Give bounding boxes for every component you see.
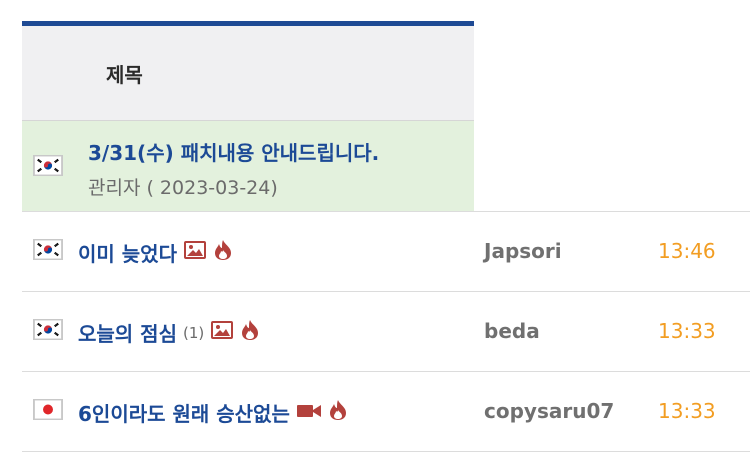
post-author[interactable]: copysaru07 <box>484 399 614 423</box>
post-title-text[interactable]: 6인이라도 원래 승산없는 <box>78 398 290 427</box>
post-board: 제목 3/31(수) 패치내용 안내드립니다. 관리자 ( 2023-03-24… <box>0 0 750 461</box>
notice-title-link[interactable]: 3/31(수) 패치내용 안내드립니다. <box>88 137 379 166</box>
hot-fire-icon <box>328 399 348 426</box>
korea-flag-icon <box>33 155 63 176</box>
image-icon <box>210 320 234 345</box>
post-author[interactable]: Japsori <box>484 239 562 263</box>
image-icon <box>183 240 207 265</box>
post-time: 13:46 <box>658 239 716 263</box>
korea-flag-icon <box>33 239 63 260</box>
post-title-text[interactable]: 이미 늦었다 <box>78 238 177 267</box>
post-row[interactable]: 이미 늦었다 Japsori 13:46 <box>22 211 750 291</box>
post-title-text[interactable]: 오늘의 점심 <box>78 318 177 347</box>
column-header-title: 제목 <box>106 63 143 87</box>
post-time: 13:33 <box>658 399 716 423</box>
post-time: 13:33 <box>658 319 716 343</box>
post-author[interactable]: beda <box>484 319 540 343</box>
hot-fire-icon <box>240 319 260 346</box>
post-title-link[interactable]: 이미 늦었다 <box>78 238 233 267</box>
video-icon <box>296 401 322 425</box>
post-row[interactable]: 6인이라도 원래 승산없는 copysaru07 13:33 <box>22 371 750 452</box>
post-title-link[interactable]: 6인이라도 원래 승산없는 <box>78 398 348 427</box>
post-row[interactable]: 오늘의 점심 (1) beda 13:33 <box>22 291 750 371</box>
korea-flag-icon <box>33 319 63 340</box>
hot-fire-icon <box>213 239 233 266</box>
column-header: 제목 <box>22 26 474 121</box>
notice-author-date: 관리자 ( 2023-03-24) <box>88 177 278 199</box>
japan-flag-icon <box>33 399 63 420</box>
notice-row[interactable]: 3/31(수) 패치내용 안내드립니다. 관리자 ( 2023-03-24) <box>22 121 474 211</box>
post-title-link[interactable]: 오늘의 점심 (1) <box>78 318 260 347</box>
comment-count: (1) <box>182 323 205 342</box>
